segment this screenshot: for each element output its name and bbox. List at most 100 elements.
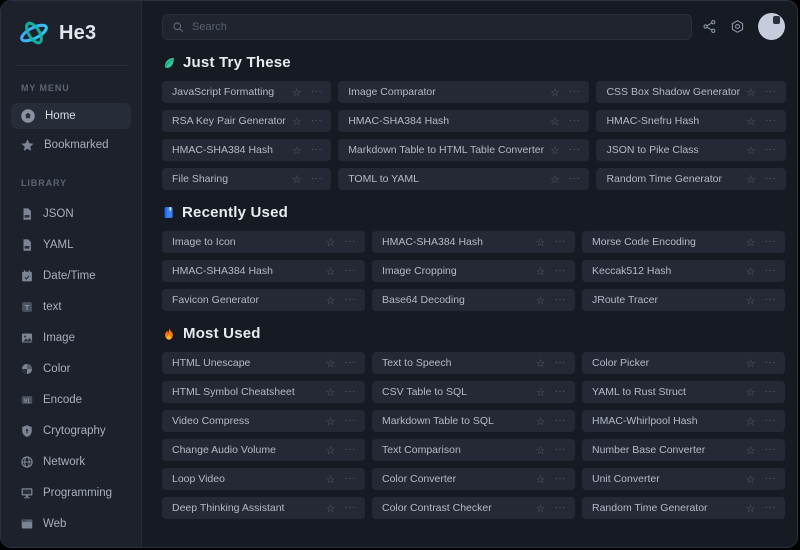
favorite-star-icon[interactable]: ☆ [746,503,756,514]
favorite-star-icon[interactable]: ☆ [292,174,302,185]
favorite-star-icon[interactable]: ☆ [536,445,546,456]
more-options-icon[interactable]: ··· [765,445,777,455]
more-options-icon[interactable]: ··· [555,503,567,513]
favorite-star-icon[interactable]: ☆ [746,174,756,185]
tool-card-morse-code-encoding[interactable]: Morse Code Encoding☆··· [582,231,785,253]
sidebar-item-bookmarked[interactable]: Bookmarked [11,132,131,158]
tool-card-hmac-whirlpool-hash[interactable]: HMAC-Whirlpool Hash☆··· [582,410,785,432]
tool-card-yaml-to-rust-struct[interactable]: YAML to Rust Struct☆··· [582,381,785,403]
more-options-icon[interactable]: ··· [765,174,777,184]
tool-card-jroute-tracer[interactable]: JRoute Tracer☆··· [582,289,785,311]
favorite-star-icon[interactable]: ☆ [326,445,336,456]
more-options-icon[interactable]: ··· [345,474,357,484]
more-options-icon[interactable]: ··· [765,266,777,276]
favorite-star-icon[interactable]: ☆ [746,145,756,156]
more-options-icon[interactable]: ··· [311,174,323,184]
more-options-icon[interactable]: ··· [555,416,567,426]
more-options-icon[interactable]: ··· [345,387,357,397]
more-options-icon[interactable]: ··· [345,503,357,513]
more-options-icon[interactable]: ··· [555,387,567,397]
favorite-star-icon[interactable]: ☆ [550,145,560,156]
search-bar[interactable] [162,14,692,40]
tool-card-css-box-shadow-generator[interactable]: CSS Box Shadow Generator☆··· [596,81,785,103]
search-input[interactable] [190,20,682,34]
favorite-star-icon[interactable]: ☆ [550,116,560,127]
tool-card-unit-converter[interactable]: Unit Converter☆··· [582,468,785,490]
more-options-icon[interactable]: ··· [765,116,777,126]
tool-card-html-symbol-cheatsheet[interactable]: HTML Symbol Cheatsheet☆··· [162,381,365,403]
tool-card-text-comparison[interactable]: Text Comparison☆··· [372,439,575,461]
tool-card-javascript-formatting[interactable]: JavaScript Formatting☆··· [162,81,331,103]
favorite-star-icon[interactable]: ☆ [746,416,756,427]
sidebar-item-crytography[interactable]: Crytography [11,419,131,443]
tool-card-hmac-sha384-hash[interactable]: HMAC-SHA384 Hash☆··· [162,260,365,282]
tool-card-csv-table-to-sql[interactable]: CSV Table to SQL☆··· [372,381,575,403]
favorite-star-icon[interactable]: ☆ [746,445,756,456]
sidebar-item-date-time[interactable]: Date/Time [11,264,131,288]
favorite-star-icon[interactable]: ☆ [746,266,756,277]
tool-card-number-base-converter[interactable]: Number Base Converter☆··· [582,439,785,461]
tool-card-image-cropping[interactable]: Image Cropping☆··· [372,260,575,282]
more-options-icon[interactable]: ··· [345,416,357,426]
tool-card-toml-to-yaml[interactable]: TOML to YAML☆··· [338,168,589,190]
more-options-icon[interactable]: ··· [765,503,777,513]
more-options-icon[interactable]: ··· [569,145,581,155]
favorite-star-icon[interactable]: ☆ [536,387,546,398]
more-options-icon[interactable]: ··· [311,145,323,155]
more-options-icon[interactable]: ··· [555,445,567,455]
settings-gear-icon[interactable] [730,19,745,34]
sidebar-item-home[interactable]: Home [11,103,131,129]
tool-card-hmac-snefru-hash[interactable]: HMAC-Snefru Hash☆··· [596,110,785,132]
favorite-star-icon[interactable]: ☆ [326,237,336,248]
tool-card-rsa-key-pair-generator[interactable]: RSA Key Pair Generator☆··· [162,110,331,132]
favorite-star-icon[interactable]: ☆ [292,145,302,156]
more-options-icon[interactable]: ··· [345,237,357,247]
favorite-star-icon[interactable]: ☆ [536,358,546,369]
sidebar-item-network[interactable]: Network [11,450,131,474]
user-avatar[interactable] [758,13,785,40]
favorite-star-icon[interactable]: ☆ [536,474,546,485]
tool-card-favicon-generator[interactable]: Favicon Generator☆··· [162,289,365,311]
favorite-star-icon[interactable]: ☆ [746,387,756,398]
more-options-icon[interactable]: ··· [765,387,777,397]
favorite-star-icon[interactable]: ☆ [326,295,336,306]
more-options-icon[interactable]: ··· [345,358,357,368]
tool-card-deep-thinking-assistant[interactable]: Deep Thinking Assistant☆··· [162,497,365,519]
tool-card-base64-decoding[interactable]: Base64 Decoding☆··· [372,289,575,311]
favorite-star-icon[interactable]: ☆ [326,503,336,514]
sidebar-item-image[interactable]: Image [11,326,131,350]
more-options-icon[interactable]: ··· [765,416,777,426]
favorite-star-icon[interactable]: ☆ [292,87,302,98]
tool-card-image-comparator[interactable]: Image Comparator☆··· [338,81,589,103]
tool-card-video-compress[interactable]: Video Compress☆··· [162,410,365,432]
favorite-star-icon[interactable]: ☆ [536,416,546,427]
tool-card-color-converter[interactable]: Color Converter☆··· [372,468,575,490]
tool-card-random-time-generator[interactable]: Random Time Generator☆··· [596,168,785,190]
more-options-icon[interactable]: ··· [765,237,777,247]
tool-card-color-contrast-checker[interactable]: Color Contrast Checker☆··· [372,497,575,519]
more-options-icon[interactable]: ··· [569,116,581,126]
sidebar-item-yaml[interactable]: YAML [11,233,131,257]
tool-card-color-picker[interactable]: Color Picker☆··· [582,352,785,374]
more-options-icon[interactable]: ··· [765,295,777,305]
tool-card-random-time-generator[interactable]: Random Time Generator☆··· [582,497,785,519]
tool-card-loop-video[interactable]: Loop Video☆··· [162,468,365,490]
tool-card-markdown-table-to-sql[interactable]: Markdown Table to SQL☆··· [372,410,575,432]
tool-card-change-audio-volume[interactable]: Change Audio Volume☆··· [162,439,365,461]
tool-card-image-to-icon[interactable]: Image to Icon☆··· [162,231,365,253]
more-options-icon[interactable]: ··· [569,87,581,97]
more-options-icon[interactable]: ··· [345,295,357,305]
favorite-star-icon[interactable]: ☆ [326,358,336,369]
favorite-star-icon[interactable]: ☆ [326,474,336,485]
favorite-star-icon[interactable]: ☆ [292,116,302,127]
favorite-star-icon[interactable]: ☆ [550,87,560,98]
more-options-icon[interactable]: ··· [555,237,567,247]
tool-card-text-to-speech[interactable]: Text to Speech☆··· [372,352,575,374]
favorite-star-icon[interactable]: ☆ [326,416,336,427]
favorite-star-icon[interactable]: ☆ [536,503,546,514]
sidebar-item-encode[interactable]: 01Encode [11,388,131,412]
tool-card-hmac-sha384-hash[interactable]: HMAC-SHA384 Hash☆··· [372,231,575,253]
favorite-star-icon[interactable]: ☆ [326,266,336,277]
more-options-icon[interactable]: ··· [765,474,777,484]
more-options-icon[interactable]: ··· [311,87,323,97]
